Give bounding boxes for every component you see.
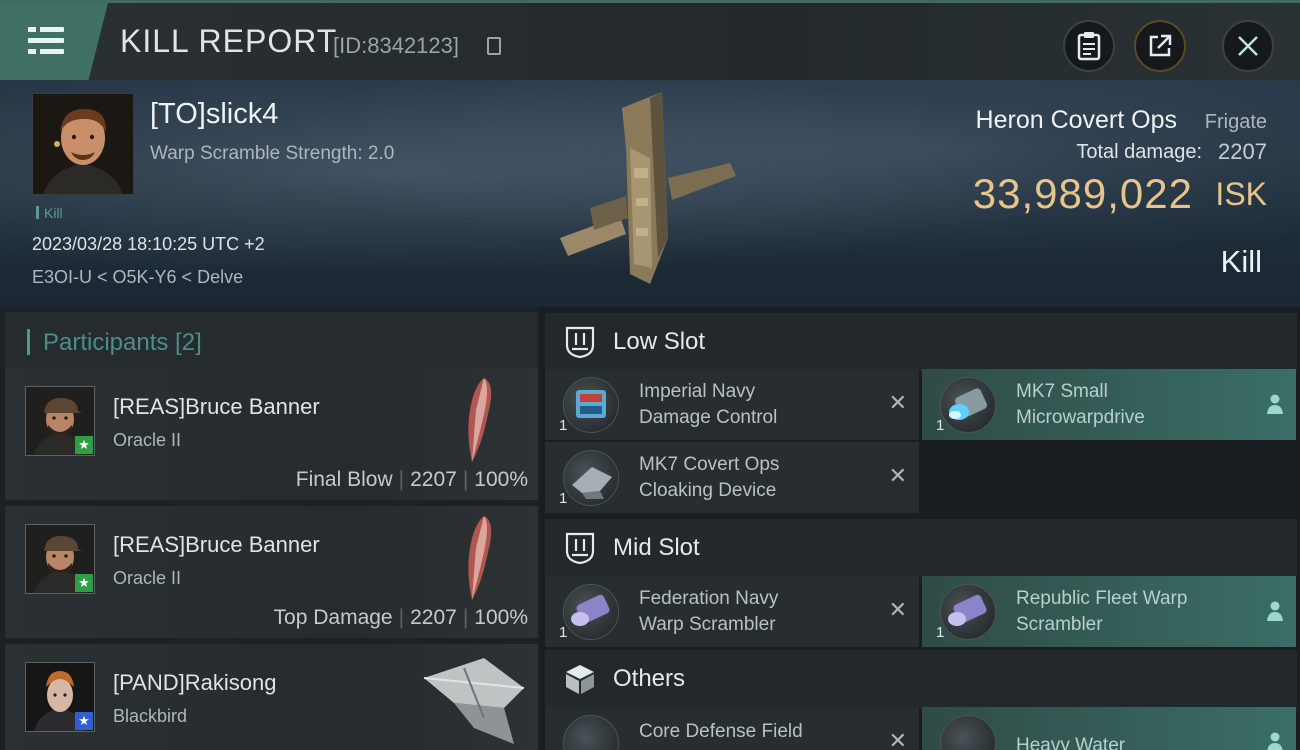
participant-avatar[interactable]: ★	[25, 386, 95, 456]
item-name: Republic Fleet Warp Scrambler	[1016, 588, 1188, 635]
dropped-person-icon	[1266, 393, 1284, 420]
participant-percent: 100%	[474, 468, 528, 491]
fitting-panel: Low Slot 1 Imperial Navy Damage Control ✕…	[540, 307, 1300, 750]
victim-ship-name[interactable]: Heron Covert Ops	[976, 106, 1177, 135]
item-name: Federation Navy Warp Scrambler	[639, 588, 779, 635]
fitting-item[interactable]: 1 Imperial Navy Damage Control ✕	[545, 369, 919, 440]
participant-damage: 2207	[410, 606, 457, 629]
copy-icon[interactable]	[487, 37, 501, 55]
dropped-person-icon	[1266, 731, 1284, 750]
mid-slot-title: Mid Slot	[613, 534, 700, 561]
low-slot-title: Low Slot	[613, 328, 706, 355]
fitting-item[interactable]: Heavy Water	[922, 707, 1296, 750]
total-damage-label: Total damage:	[1076, 141, 1202, 163]
kill-timestamp: 2023/03/28 18:10:25 UTC +2	[32, 234, 265, 254]
isk-value: 33,989,022	[972, 170, 1193, 217]
close-button[interactable]	[1222, 20, 1274, 72]
participant-name[interactable]: [REAS]Bruce Banner	[113, 532, 320, 558]
participant-damage: 2207	[410, 468, 457, 491]
kill-status: Kill	[1220, 244, 1262, 279]
item-name: Imperial Navy Damage Control	[639, 381, 778, 428]
participants-header: Participants [2]	[5, 312, 538, 370]
participant-row[interactable]: ★ [REAS]Bruce Banner Oracle II Final Blo…	[5, 368, 538, 500]
item-icon	[563, 584, 619, 640]
kill-tag: Kill	[36, 205, 63, 221]
page-title: KILL REPORT	[120, 23, 338, 59]
participant-ship: Oracle II	[113, 430, 182, 450]
item-icon	[563, 450, 619, 506]
report-id: [ID:8342123]	[333, 33, 459, 58]
item-icon	[940, 377, 996, 433]
star-badge-icon: ★	[75, 574, 93, 592]
low-slot-header: Low Slot	[545, 313, 1297, 371]
item-name: Core Defense Field	[639, 721, 803, 742]
fitting-item[interactable]: 1 Republic Fleet Warp Scrambler	[922, 576, 1296, 647]
participants-panel: Participants [2] ★ [REAS]Bruce Banner Or…	[0, 307, 540, 750]
participant-stats: Final Blow | 2207 | 100%	[295, 468, 528, 491]
participants-title: Participants [2]	[43, 329, 202, 356]
participant-avatar[interactable]: ★	[25, 524, 95, 594]
low-slot-icon	[565, 326, 595, 359]
warp-scramble-strength: Warp Scramble Strength: 2.0	[150, 143, 395, 164]
item-quantity: 1	[559, 624, 568, 641]
participant-avatar[interactable]: ★	[25, 662, 95, 732]
fitting-item[interactable]: 1 MK7 Covert Ops Cloaking Device ✕	[545, 442, 919, 513]
others-title: Others	[613, 665, 686, 692]
item-quantity: 1	[936, 624, 945, 641]
item-name: MK7 Covert Ops Cloaking Device	[639, 454, 780, 501]
item-name: MK7 Small Microwarpdrive	[1016, 381, 1145, 428]
fitting-item[interactable]: 1 MK7 Small Microwarpdrive	[922, 369, 1296, 440]
mid-slot-icon	[565, 532, 595, 565]
participant-role: Top Damage	[273, 606, 393, 629]
participant-name[interactable]: [REAS]Bruce Banner	[113, 394, 320, 420]
victim-portrait[interactable]	[32, 93, 134, 195]
item-quantity: 1	[936, 417, 945, 434]
participant-ship-image[interactable]	[444, 374, 504, 466]
item-icon	[940, 715, 996, 750]
participant-row[interactable]: ★ [REAS]Bruce Banner Oracle II Top Damag…	[5, 506, 538, 638]
clipboard-button[interactable]	[1063, 20, 1115, 72]
star-badge-icon: ★	[75, 436, 93, 454]
mid-slot-header: Mid Slot	[545, 519, 1297, 577]
destroyed-x-icon: ✕	[888, 464, 907, 489]
destroyed-x-icon: ✕	[888, 729, 907, 750]
dropped-person-icon	[1266, 600, 1284, 627]
top-bar: KILL REPORT [ID:8342123]	[0, 0, 1300, 80]
participant-ship: Oracle II	[113, 568, 182, 588]
kill-location[interactable]: E3OI-U < O5K-Y6 < Delve	[32, 267, 243, 288]
others-header: Others	[545, 650, 1297, 708]
others-icon	[566, 665, 594, 694]
victim-ship-image[interactable]	[550, 88, 750, 298]
isk-label: ISK	[1215, 176, 1267, 212]
participant-ship-image[interactable]	[414, 648, 534, 748]
victim-summary: [TO]slick4 Warp Scramble Strength: 2.0 K…	[0, 80, 1300, 307]
participant-ship: Blackbird	[113, 706, 188, 726]
item-icon	[563, 377, 619, 433]
participant-row[interactable]: ★ [PAND]Rakisong Blackbird	[5, 644, 538, 750]
item-icon	[563, 715, 619, 750]
participant-ship-image[interactable]	[444, 512, 504, 604]
total-damage-value: 2207	[1218, 139, 1267, 164]
victim-ship-class: Frigate	[1204, 111, 1267, 133]
participant-percent: 100%	[474, 606, 528, 629]
participants-accent-bar	[27, 329, 30, 355]
participant-role: Final Blow	[295, 468, 393, 491]
destroyed-x-icon: ✕	[888, 598, 907, 623]
victim-name[interactable]: [TO]slick4	[150, 98, 278, 131]
fitting-item[interactable]: 1 Federation Navy Warp Scrambler ✕	[545, 576, 919, 647]
item-quantity: 1	[559, 417, 568, 434]
fitting-item[interactable]: Core Defense Field ✕	[545, 707, 919, 750]
item-quantity: 1	[559, 490, 568, 507]
item-icon	[940, 584, 996, 640]
star-badge-icon: ★	[75, 712, 93, 730]
participant-name[interactable]: [PAND]Rakisong	[113, 670, 276, 696]
share-button[interactable]	[1134, 20, 1186, 72]
share-icon	[1149, 34, 1172, 57]
menu-button[interactable]	[0, 3, 108, 80]
destroyed-x-icon: ✕	[888, 391, 907, 416]
clipboard-icon	[1077, 32, 1101, 61]
close-icon	[1238, 36, 1258, 56]
participant-stats: Top Damage | 2207 | 100%	[273, 606, 528, 629]
item-name: Heavy Water	[1016, 735, 1126, 750]
